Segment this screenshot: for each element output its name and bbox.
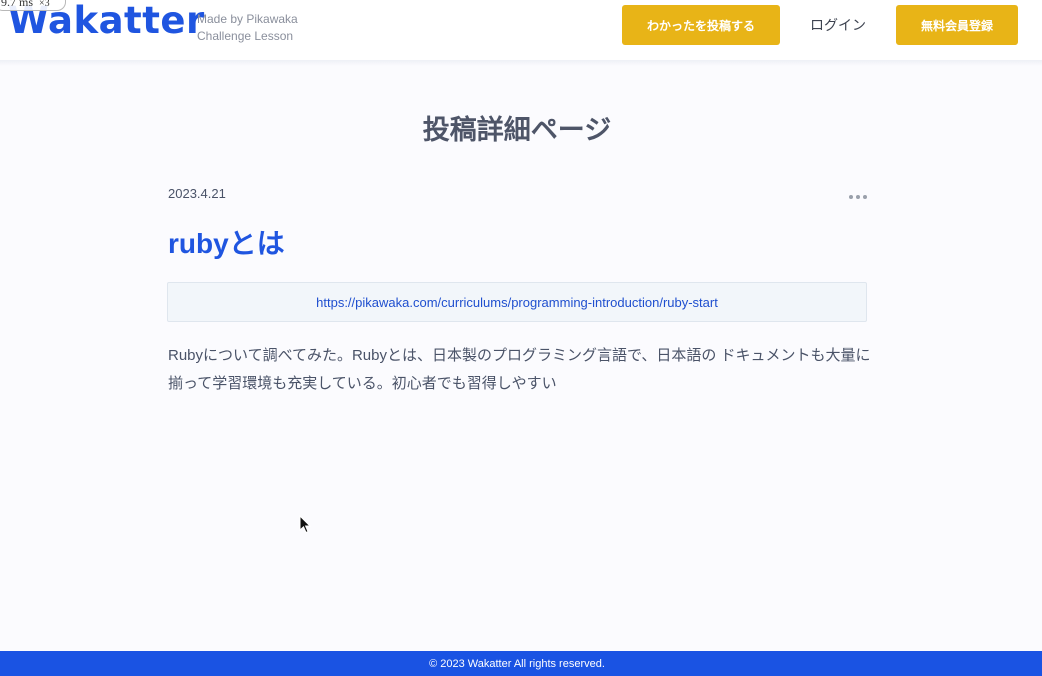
more-horizontal-icon — [863, 195, 867, 199]
render-time-value: 9.7 ms — [1, 0, 34, 9]
tagline-line-2: Challenge Lesson — [197, 29, 294, 43]
post-url-link[interactable]: https://pikawaka.com/curriculums/program… — [316, 295, 718, 310]
post-wakatta-button[interactable]: わかったを投稿する — [622, 5, 780, 45]
more-horizontal-icon — [849, 195, 853, 199]
register-button[interactable]: 無料会員登録 — [896, 5, 1018, 45]
post-body: Rubyについて調べてみた。Rubyとは、日本製のプログラミング言語で、日本語の… — [168, 347, 871, 392]
tagline-line-1: Made by Pikawaka — [197, 12, 298, 26]
render-time-multiplier: ×3 — [39, 0, 50, 9]
post-date: 2023.4.21 — [168, 186, 226, 201]
login-link[interactable]: ログイン — [796, 5, 880, 45]
render-time-badge: 9.7 ms ×3 — [0, 0, 66, 11]
page: Wakatter Made by Pikawaka Challenge Less… — [0, 0, 1042, 676]
more-horizontal-icon — [856, 195, 860, 199]
footer-copyright: © 2023 Wakatter All rights reserved. — [429, 657, 605, 670]
page-title: 投稿詳細ページ — [422, 115, 612, 145]
header-shadow — [0, 60, 1042, 66]
post-title: rubyとは — [168, 228, 285, 259]
post-url-box: https://pikawaka.com/curriculums/program… — [167, 282, 867, 322]
site-tagline: Made by Pikawaka Challenge Lesson — [197, 11, 298, 45]
site-header: Wakatter Made by Pikawaka Challenge Less… — [0, 0, 1042, 60]
post-options-menu[interactable] — [844, 190, 872, 204]
mouse-cursor-icon — [299, 515, 311, 534]
site-footer: © 2023 Wakatter All rights reserved. — [0, 651, 1042, 676]
